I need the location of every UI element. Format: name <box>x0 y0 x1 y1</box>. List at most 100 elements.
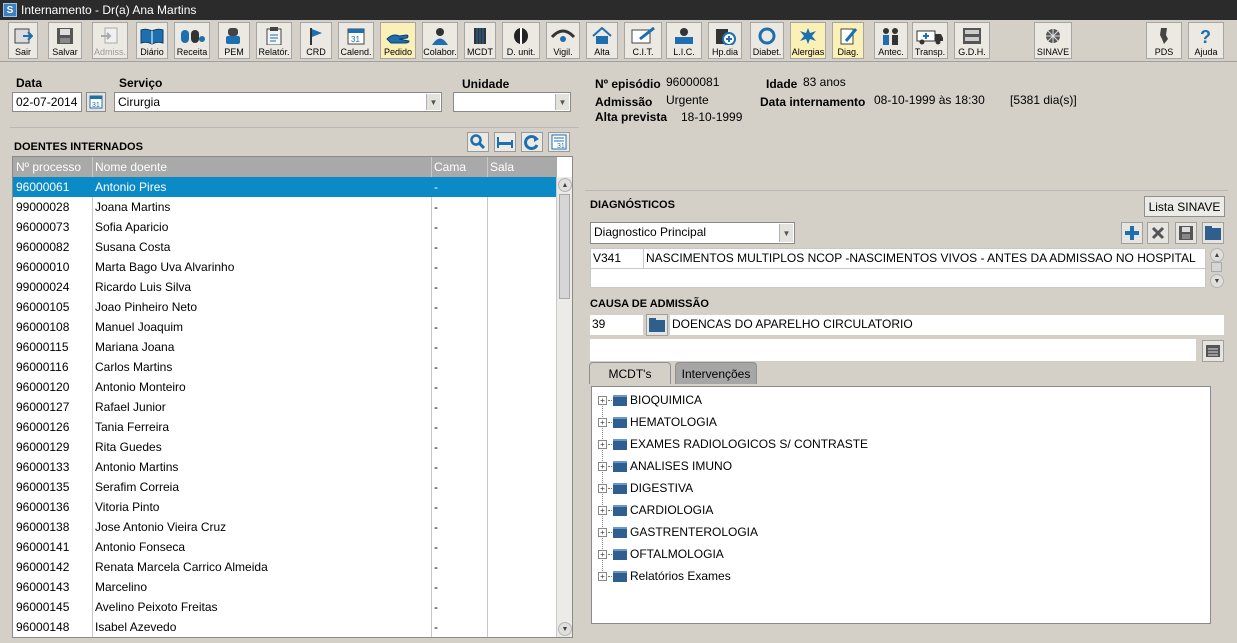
cause-code[interactable]: 39 <box>590 315 643 335</box>
sinave-list-button[interactable]: Lista SINAVE <box>1144 196 1225 217</box>
diabetes-button[interactable]: Diabet. <box>750 22 784 59</box>
collaborator-button[interactable]: Colabor. <box>422 22 458 59</box>
tree-item[interactable]: + CARDIOLOGIA <box>598 501 713 519</box>
cause-description[interactable]: DOENCAS DO APARELHO CIRCULATORIO <box>670 315 1224 335</box>
tree-item[interactable]: + BIOQUIMICA <box>598 391 702 409</box>
tree-item[interactable]: + DIGESTIVA <box>598 479 693 497</box>
unit-select[interactable]: ▼ <box>453 92 571 112</box>
table-row[interactable]: 96000120 Antonio Monteiro - <box>13 377 557 397</box>
table-row[interactable]: 96000141 Antonio Fonseca - <box>13 537 557 557</box>
tree-item[interactable]: + GASTRENTEROLOGIA <box>598 523 758 541</box>
vertical-scrollbar[interactable]: ▲ ▼ <box>556 177 572 637</box>
table-row[interactable]: 96000135 Serafim Correia - <box>13 477 557 497</box>
tab-interventions[interactable]: Intervenções <box>675 362 757 384</box>
list-button[interactable] <box>1202 340 1224 362</box>
scroll-down-icon[interactable]: ▼ <box>1210 274 1224 288</box>
discharge-button[interactable]: Alta <box>586 22 618 59</box>
tree-item[interactable]: + ANALISES IMUNO <box>598 457 732 475</box>
gdh-button[interactable]: G.D.H. <box>954 22 990 59</box>
bed-button[interactable] <box>494 132 516 152</box>
cause-folder-button[interactable] <box>646 314 668 336</box>
pem-button[interactable]: PEM <box>218 22 250 59</box>
chevron-down-icon[interactable]: ▼ <box>426 94 440 110</box>
table-row[interactable]: 96000010 Marta Bago Uva Alvarinho - <box>13 257 557 277</box>
save-diagnosis-button[interactable] <box>1175 222 1197 244</box>
expand-icon[interactable]: + <box>598 483 607 493</box>
column-header-bed[interactable]: Cama <box>434 160 466 174</box>
unit-dose-button[interactable]: D. unit. <box>502 22 540 59</box>
chevron-down-icon[interactable]: ▼ <box>779 224 793 242</box>
table-row[interactable]: 96000115 Mariana Joana - <box>13 337 557 357</box>
expand-icon[interactable]: + <box>598 527 607 537</box>
cit-button[interactable]: C.I.T. <box>624 22 662 59</box>
tree-item[interactable]: + HEMATOLOGIA <box>598 413 717 431</box>
save-button[interactable]: Salvar <box>48 22 82 59</box>
search-button[interactable] <box>467 132 489 152</box>
table-row[interactable]: 96000108 Manuel Joaquim - <box>13 317 557 337</box>
service-select[interactable]: Cirurgia ▼ <box>114 92 442 112</box>
hospital-day-button[interactable]: Hp.dia <box>708 22 742 59</box>
table-row[interactable]: 96000148 Isabel Azevedo - <box>13 617 557 637</box>
diary-button[interactable]: Diário <box>136 22 168 59</box>
allergy-button[interactable]: Alergias <box>790 22 826 59</box>
scrollbar-thumb[interactable] <box>559 194 570 299</box>
tree-item[interactable]: + OFTALMOLOGIA <box>598 545 724 563</box>
table-row[interactable]: 96000145 Avelino Peixoto Freitas - <box>13 597 557 617</box>
vigilance-button[interactable]: Vigil. <box>546 22 580 59</box>
tree-item[interactable]: + Relatórios Exames <box>598 567 731 585</box>
table-row[interactable]: 99000024 Ricardo Luis Silva - <box>13 277 557 297</box>
request-button[interactable]: Pedido <box>380 22 416 59</box>
column-header-name[interactable]: Nome doente <box>95 160 167 174</box>
calendar-button[interactable]: 31 Calend. <box>338 22 374 59</box>
tree-item[interactable]: + EXAMES RADIOLOGICOS S/ CONTRASTE <box>598 435 868 453</box>
folder-button[interactable] <box>1202 222 1224 244</box>
table-row[interactable]: 96000082 Susana Costa - <box>13 237 557 257</box>
lic-button[interactable]: L.I.C. <box>666 22 702 59</box>
diagnosis-button[interactable]: Diag. <box>832 22 864 59</box>
history-button[interactable]: Antec. <box>874 22 908 59</box>
help-button[interactable]: ? Ajuda <box>1188 22 1224 59</box>
sinave-button[interactable]: SINAVE <box>1034 22 1072 59</box>
calendar-list-button[interactable]: 31 <box>548 132 570 152</box>
date-field[interactable]: 02-07-2014 <box>12 92 82 112</box>
diagnosis-scrollbar[interactable]: ▲ ▼ <box>1209 248 1224 288</box>
expand-icon[interactable]: + <box>598 505 607 515</box>
expand-icon[interactable]: + <box>598 395 607 405</box>
table-row[interactable]: 96000143 Marcelino - <box>13 577 557 597</box>
expand-icon[interactable]: + <box>598 417 607 427</box>
expand-icon[interactable]: + <box>598 571 607 581</box>
table-row[interactable]: 96000105 Joao Pinheiro Neto - <box>13 297 557 317</box>
expand-icon[interactable]: + <box>598 549 607 559</box>
cause-notes-field[interactable] <box>590 339 1196 361</box>
transport-button[interactable]: Transp. <box>912 22 948 59</box>
table-row[interactable]: 96000138 Jose Antonio Vieira Cruz - <box>13 517 557 537</box>
admission-button[interactable]: Admiss. <box>92 22 128 59</box>
mcdt-button[interactable]: MCDT <box>464 22 496 59</box>
date-picker-button[interactable]: 31 <box>86 92 106 112</box>
expand-icon[interactable]: + <box>598 439 607 449</box>
pds-button[interactable]: PDS <box>1146 22 1182 59</box>
scroll-up-icon[interactable]: ▲ <box>1210 248 1224 262</box>
table-row[interactable]: 96000126 Tania Ferreira - <box>13 417 557 437</box>
tab-mcdt[interactable]: MCDT's <box>589 362 671 384</box>
table-row[interactable]: 99000028 Joana Martins - <box>13 197 557 217</box>
delete-diagnosis-button[interactable] <box>1147 222 1169 244</box>
table-row[interactable]: 96000136 Vitoria Pinto - <box>13 497 557 517</box>
expand-icon[interactable]: + <box>598 461 607 471</box>
exit-button[interactable]: Sair <box>8 22 38 59</box>
table-row[interactable]: 96000142 Renata Marcela Carrico Almeida - <box>13 557 557 577</box>
chevron-down-icon[interactable]: ▼ <box>555 94 569 110</box>
table-row[interactable]: 96000116 Carlos Martins - <box>13 357 557 377</box>
scrollbar-thumb[interactable] <box>1211 262 1222 272</box>
scroll-down-icon[interactable]: ▼ <box>558 622 572 636</box>
diagnosis-type-select[interactable]: Diagnostico Principal ▼ <box>590 222 795 244</box>
table-row[interactable]: 96000133 Antonio Martins - <box>13 457 557 477</box>
add-diagnosis-button[interactable] <box>1121 222 1143 244</box>
prescription-button[interactable]: Receita <box>174 22 210 59</box>
crd-button[interactable]: CRD <box>300 22 332 59</box>
table-row[interactable]: 96000073 Sofia Aparicio - <box>13 217 557 237</box>
column-header-room[interactable]: Sala <box>490 160 514 174</box>
refresh-button[interactable] <box>521 132 543 152</box>
table-row[interactable]: 96000127 Rafael Junior - <box>13 397 557 417</box>
table-row[interactable]: 96000061 Antonio Pires - <box>13 177 557 197</box>
